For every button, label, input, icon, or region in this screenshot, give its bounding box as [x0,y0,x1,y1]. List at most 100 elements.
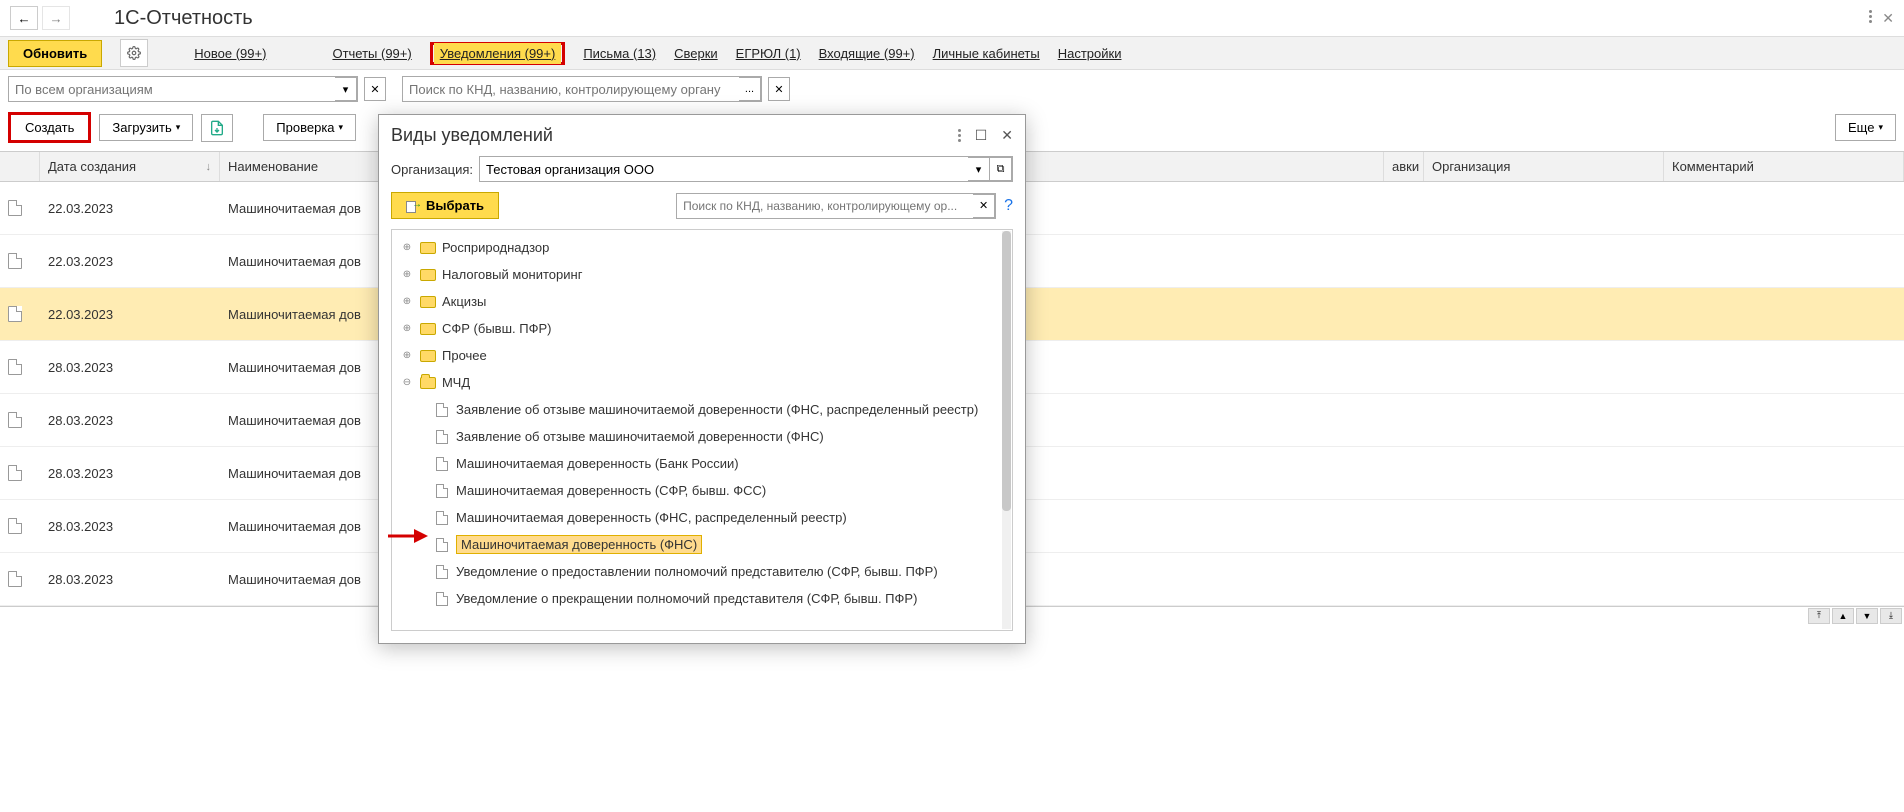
tab-letters[interactable]: Письма (13) [583,46,656,61]
modal-maximize-icon[interactable]: ☐ [975,127,988,144]
folder-icon [420,296,436,308]
tree-scrollbar[interactable] [1002,231,1011,629]
tab-reconciliations[interactable]: Сверки [674,46,718,61]
forward-button[interactable]: → [42,6,70,30]
titlebar: ← → 1С-Отчетность ✕ [0,0,1904,36]
modal-search[interactable]: ✕ [676,193,996,219]
th-avki[interactable]: авки [1384,152,1424,181]
tree-folder[interactable]: ⊕Прочее [394,342,1010,369]
tab-settings[interactable]: Настройки [1058,46,1122,61]
help-icon[interactable]: ? [1004,197,1013,215]
org-filter-input[interactable] [9,82,335,97]
tree-leaf-label: Уведомление о прекращении полномочий пре… [456,591,917,606]
tree-leaf[interactable]: Уведомление о предоставлении полномочий … [394,558,1010,585]
modal-close-icon[interactable]: ✕ [1001,127,1013,144]
chevron-down-icon: ▾ [339,122,344,133]
tree-leaf[interactable]: Заявление об отзыве машиночитаемой довер… [394,423,1010,450]
refresh-doc-icon [209,120,225,136]
tree-toggle-icon[interactable]: ⊖ [400,377,414,388]
tree-scrollbar-thumb[interactable] [1002,231,1011,511]
th-org[interactable]: Организация [1424,152,1664,181]
tree-leaf-label: Уведомление о предоставлении полномочий … [456,564,938,579]
tab-new[interactable]: Новое (99+) [194,46,266,61]
chevron-down-icon: ▾ [1878,122,1883,133]
tree-folder[interactable]: ⊖ МЧД [394,369,1010,396]
refresh-doc-button[interactable] [201,114,233,142]
th-date[interactable]: Дата создания [40,152,220,181]
main-search-input[interactable] [403,82,739,97]
scroll-up-button[interactable]: ▲ [1832,608,1854,624]
tree-folder[interactable]: ⊕Росприроднадзор [394,234,1010,261]
tree-leaf[interactable]: Машиночитаемая доверенность (ФНС) [394,531,1010,558]
settings-gear-button[interactable] [120,39,148,67]
cell-date: 28.03.2023 [40,500,220,552]
modal-org-dropdown[interactable]: ▾ [968,157,990,181]
tree-folder-label: СФР (бывш. ПФР) [442,321,551,336]
arrow-indicator [388,526,428,546]
th-icon[interactable] [0,152,40,181]
document-icon [436,538,448,552]
tree-wrap: ⊕Росприроднадзор⊕Налоговый мониторинг⊕Ак… [391,229,1013,631]
select-button[interactable]: Выбрать [391,192,499,219]
tree-folder[interactable]: ⊕Налоговый мониторинг [394,261,1010,288]
more-button[interactable]: Еще▾ [1835,114,1896,141]
tab-reports[interactable]: Отчеты (99+) [332,46,411,61]
page-title: 1С-Отчетность [114,7,253,30]
modal-search-input[interactable] [677,194,973,218]
document-icon [8,359,22,375]
tree-leaf-label: Машиночитаемая доверенность (ФНС, распре… [456,510,847,525]
tab-incoming[interactable]: Входящие (99+) [819,46,915,61]
scroll-bottom-button[interactable]: ⤓ [1880,608,1902,624]
th-comment[interactable]: Комментарий [1664,152,1904,181]
org-filter-clear[interactable]: ✕ [364,77,386,101]
modal-title: Виды уведомлений [391,125,958,146]
tree-leaf[interactable]: Уведомление о прекращении полномочий пре… [394,585,1010,612]
main-search[interactable]: ... [402,76,762,102]
modal-org-input-wrap[interactable]: ▾ ⧉ [479,156,1013,182]
folder-icon [420,377,436,389]
document-icon [8,200,22,216]
tree-toggle-icon[interactable]: ⊕ [400,323,414,334]
org-filter[interactable]: ▾ [8,76,358,102]
tree-leaf[interactable]: Заявление об отзыве машиночитаемой довер… [394,396,1010,423]
modal-org-open[interactable]: ⧉ [990,157,1012,181]
document-icon [436,457,448,471]
modal-search-clear[interactable]: ✕ [973,194,995,218]
tree-toggle-icon[interactable]: ⊕ [400,242,414,253]
tree-folder-label: Акцизы [442,294,486,309]
folder-icon [420,242,436,254]
tab-notifications[interactable]: Уведомления (99+) [434,43,562,64]
cell-date: 28.03.2023 [40,553,220,605]
tree-toggle-icon[interactable]: ⊕ [400,296,414,307]
tree-folder[interactable]: ⊕ Акцизы [394,288,1010,315]
check-button[interactable]: Проверка▾ [263,114,356,141]
tree-toggle-icon[interactable]: ⊕ [400,350,414,361]
folder-icon [420,323,436,335]
modal-org-input[interactable] [480,157,968,181]
tree-toggle-icon[interactable]: ⊕ [400,269,414,280]
main-search-ellipsis[interactable]: ... [739,77,761,101]
cell-date: 28.03.2023 [40,394,220,446]
tree-folder[interactable]: ⊕ СФР (бывш. ПФР) [394,315,1010,342]
main-search-clear[interactable]: ✕ [768,77,790,101]
document-icon [8,465,22,481]
modal-menu-icon[interactable] [958,129,961,142]
tab-egrul[interactable]: ЕГРЮЛ (1) [736,46,801,61]
scroll-down-button[interactable]: ▼ [1856,608,1878,624]
tab-cabinets[interactable]: Личные кабинеты [933,46,1040,61]
back-button[interactable]: ← [10,6,38,30]
refresh-button[interactable]: Обновить [8,40,102,67]
close-icon[interactable]: ✕ [1882,10,1894,27]
create-button[interactable]: Создать [15,117,84,138]
tree-leaf[interactable]: Машиночитаемая доверенность (ФНС, распре… [394,504,1010,531]
tree-leaf[interactable]: Машиночитаемая доверенность (Банк России… [394,450,1010,477]
scroll-top-button[interactable]: ⤒ [1808,608,1830,624]
menu-dots-icon[interactable] [1869,10,1872,27]
tree-leaf[interactable]: Машиночитаемая доверенность (СФР, бывш. … [394,477,1010,504]
modal-org-label: Организация: [391,162,473,177]
notification-tree[interactable]: ⊕Росприроднадзор⊕Налоговый мониторинг⊕Ак… [392,230,1012,616]
tree-folder-label: МЧД [442,375,470,390]
org-filter-dropdown[interactable]: ▾ [335,77,357,101]
highlight-create: Создать [8,112,91,143]
load-button[interactable]: Загрузить▾ [99,114,193,141]
